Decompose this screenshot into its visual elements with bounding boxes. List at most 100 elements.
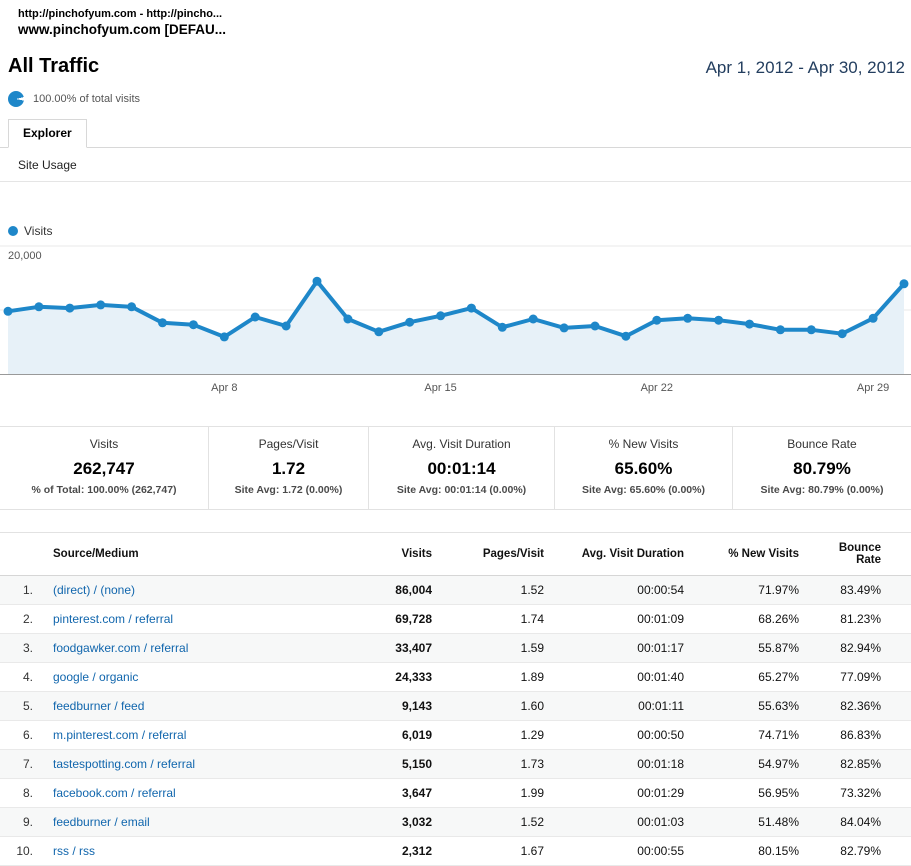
subtab-site-usage[interactable]: Site Usage	[18, 158, 77, 172]
source-medium-link[interactable]: google / organic	[53, 670, 138, 684]
row-source-medium: pinterest.com / referral	[45, 605, 380, 634]
row-pages-visit: 1.59	[440, 634, 552, 663]
row-bounce-rate: 86.83%	[807, 721, 911, 750]
source-medium-link[interactable]: pinterest.com / referral	[53, 612, 173, 626]
metric-value: 65.60%	[555, 459, 732, 479]
row-visits: 86,004	[380, 576, 440, 605]
svg-text:Apr 22: Apr 22	[641, 382, 673, 394]
row-source-medium: m.pinterest.com / referral	[45, 721, 380, 750]
sources-table: Source/Medium Visits Pages/Visit Avg. Vi…	[0, 532, 911, 866]
table-row: 7.tastespotting.com / referral5,1501.730…	[0, 750, 911, 779]
row-avg-duration: 00:01:17	[552, 634, 692, 663]
row-rank: 4.	[0, 663, 45, 692]
page-title: All Traffic	[8, 55, 99, 78]
table-row: 3. foodgawker.com / referral 33,4071.5900:…	[0, 634, 911, 663]
visits-share-row: 100.00% of total visits	[0, 91, 911, 107]
source-medium-link[interactable]: feedburner / feed	[53, 699, 144, 713]
metric-value: 80.79%	[733, 459, 911, 479]
row-source-medium: foodgawker.com / referral	[45, 634, 380, 663]
row-rank: 2.	[0, 605, 45, 634]
row-rank: 3.	[0, 634, 45, 663]
table-row: 5.feedburner / feed9,1431.6000:01:1155.6…	[0, 692, 911, 721]
row-bounce-rate: 82.94%	[807, 634, 911, 663]
svg-text:Apr 29: Apr 29	[857, 382, 889, 394]
row-rank: 9.	[0, 808, 45, 837]
row-pages-visit: 1.52	[440, 576, 552, 605]
row-avg-duration: 00:01:40	[552, 663, 692, 692]
metric-sub: Site Avg: 1.72 (0.00%)	[209, 484, 368, 496]
metric-avg-visit-duration: Avg. Visit Duration00:01:14Site Avg: 00:…	[368, 427, 554, 509]
row-avg-duration: 00:01:29	[552, 779, 692, 808]
row-new-visits: 51.48%	[692, 808, 807, 837]
subtab-row: Site Usage	[0, 148, 911, 182]
row-source-medium: facebook.com / referral	[45, 779, 380, 808]
table-row: 10.rss / rss2,3121.6700:00:5580.15%82.79…	[0, 837, 911, 866]
row-new-visits: 55.87%	[692, 634, 807, 663]
source-medium-link[interactable]: tastespotting.com / referral	[53, 757, 195, 771]
table-row: 2.pinterest.com / referral69,7281.7400:0…	[0, 605, 911, 634]
source-medium-link[interactable]: feedburner / email	[53, 815, 150, 829]
row-avg-duration: 00:00:50	[552, 721, 692, 750]
header-bounce-rate[interactable]: Bounce Rate	[807, 533, 911, 576]
row-pages-visit: 1.52	[440, 808, 552, 837]
row-visits: 3,032	[380, 808, 440, 837]
row-bounce-rate: 81.23%	[807, 605, 911, 634]
row-source-medium: tastespotting.com / referral	[45, 750, 380, 779]
svg-text:Apr 15: Apr 15	[424, 382, 456, 394]
row-new-visits: 56.95%	[692, 779, 807, 808]
table-row: 6.m.pinterest.com / referral6,0191.2900:…	[0, 721, 911, 750]
row-source-medium: feedburner / email	[45, 808, 380, 837]
visits-share-label: 100.00% of total visits	[33, 93, 140, 105]
row-new-visits: 74.71%	[692, 721, 807, 750]
source-medium-link[interactable]: rss / rss	[53, 844, 95, 858]
source-medium-link[interactable]: facebook.com / referral	[53, 786, 176, 800]
header-rank	[0, 533, 45, 576]
row-new-visits: 80.15%	[692, 837, 807, 866]
header-source-medium[interactable]: Source/Medium	[45, 533, 380, 576]
row-new-visits: 65.27%	[692, 663, 807, 692]
row-avg-duration: 00:00:55	[552, 837, 692, 866]
report-title-row: All Traffic Apr 1, 2012 - Apr 30, 2012	[0, 55, 911, 78]
row-pages-visit: 1.67	[440, 837, 552, 866]
row-rank: 10.	[0, 837, 45, 866]
source-medium-link[interactable]: m.pinterest.com / referral	[53, 728, 186, 742]
metric--new-visits: % New Visits65.60%Site Avg: 65.60% (0.00…	[554, 427, 732, 509]
row-visits: 33,407	[380, 634, 440, 663]
source-medium-link[interactable]: foodgawker.com / referral	[53, 641, 188, 655]
row-source-medium: google / organic	[45, 663, 380, 692]
row-bounce-rate: 83.49%	[807, 576, 911, 605]
row-pages-visit: 1.73	[440, 750, 552, 779]
row-rank: 6.	[0, 721, 45, 750]
row-bounce-rate: 82.36%	[807, 692, 911, 721]
summary-metrics-row: Visits262,747% of Total: 100.00% (262,74…	[0, 426, 911, 510]
metric-sub: Site Avg: 80.79% (0.00%)	[733, 484, 911, 496]
row-new-visits: 55.63%	[692, 692, 807, 721]
header-avg-visit-duration[interactable]: Avg. Visit Duration	[552, 533, 692, 576]
legend-dot-icon	[8, 226, 18, 236]
metric-bounce-rate: Bounce Rate80.79%Site Avg: 80.79% (0.00%…	[732, 427, 911, 509]
tab-strip: Explorer	[0, 118, 911, 148]
header-pages-visit[interactable]: Pages/Visit	[440, 533, 552, 576]
row-visits: 9,143	[380, 692, 440, 721]
profile-header: http://pinchofyum.com - http://pincho...…	[0, 0, 911, 37]
header-new-visits[interactable]: % New Visits	[692, 533, 807, 576]
pie-chart-icon	[8, 91, 24, 107]
row-pages-visit: 1.99	[440, 779, 552, 808]
row-pages-visit: 1.60	[440, 692, 552, 721]
row-visits: 69,728	[380, 605, 440, 634]
row-new-visits: 54.97%	[692, 750, 807, 779]
metric-sub: Site Avg: 00:01:14 (0.00%)	[369, 484, 554, 496]
tab-explorer[interactable]: Explorer	[8, 119, 87, 148]
source-medium-link[interactable]: (direct) / (none)	[53, 583, 135, 597]
row-rank: 5.	[0, 692, 45, 721]
profile-account-title: http://pinchofyum.com - http://pincho...	[18, 8, 911, 20]
table-row: 1.(direct) / (none)86,0041.5200:00:5471.…	[0, 576, 911, 605]
date-range-selector[interactable]: Apr 1, 2012 - Apr 30, 2012	[706, 58, 905, 78]
svg-text:20,000: 20,000	[8, 250, 42, 262]
metric-value: 1.72	[209, 459, 368, 479]
row-pages-visit: 1.29	[440, 721, 552, 750]
visits-line-chart[interactable]: 20,00010,000Apr 8Apr 15Apr 22Apr 29	[0, 244, 911, 396]
metric-sub: % of Total: 100.00% (262,747)	[0, 484, 208, 496]
header-visits[interactable]: Visits	[380, 533, 440, 576]
row-visits: 2,312	[380, 837, 440, 866]
